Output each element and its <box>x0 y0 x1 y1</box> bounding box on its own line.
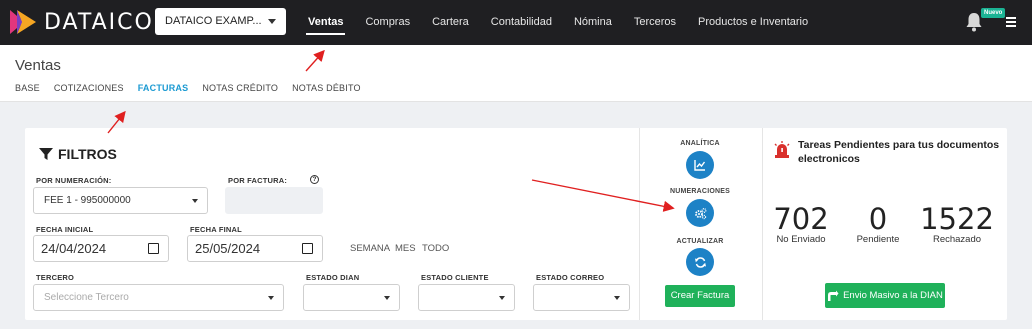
logo-text: DATAICO <box>44 9 154 35</box>
nav-item-cartera[interactable]: Cartera <box>432 0 469 45</box>
numeracion-value: FEE 1 - 995000000 <box>44 195 131 206</box>
numeraciones-button[interactable] <box>686 199 714 227</box>
stat-no-enviado-label: No Enviado <box>776 234 826 245</box>
help-icon[interactable]: ? <box>310 175 319 184</box>
nav-item-productos[interactable]: Productos e Inventario <box>698 0 808 45</box>
top-navbar: DATAICO DATAICO EXAMP... Ventas Compras … <box>0 0 1032 45</box>
stat-no-enviado-value[interactable]: 702 <box>761 202 841 236</box>
numeracion-label: POR NUMERACIÓN: <box>36 176 112 185</box>
calendar-icon[interactable] <box>148 243 159 254</box>
stat-pendiente-value[interactable]: 0 <box>838 202 918 236</box>
chevron-down-icon <box>384 296 390 300</box>
filter-icon <box>39 148 53 160</box>
main-card: FILTROS POR NUMERACIÓN: FEE 1 - 99500000… <box>25 128 1007 320</box>
estado-correo-label: ESTADO CORREO <box>536 273 605 282</box>
new-badge: Nuevo <box>981 8 1006 18</box>
analitica-button[interactable] <box>686 151 714 179</box>
main-nav: Ventas Compras Cartera Contabilidad Nómi… <box>305 0 830 45</box>
tab-base[interactable]: BASE <box>15 83 40 93</box>
gears-icon <box>694 207 706 219</box>
period-todo[interactable]: TODO <box>422 243 449 254</box>
nav-item-ventas[interactable]: Ventas <box>305 0 346 45</box>
fecha-final-label: FECHA FINAL <box>190 225 242 234</box>
company-select[interactable]: DATAICO EXAMP... <box>155 8 286 35</box>
envio-masivo-dian-button[interactable]: Envio Masivo a la DIAN <box>825 283 945 308</box>
nav-item-terceros[interactable]: Terceros <box>634 0 676 45</box>
analitica-label: ANALÍTICA <box>680 140 720 147</box>
send-icon <box>828 290 839 301</box>
chevron-down-icon <box>499 296 505 300</box>
nav-item-compras[interactable]: Compras <box>365 0 410 45</box>
chevron-down-icon <box>268 296 274 300</box>
factura-input[interactable] <box>225 187 323 214</box>
logo-icon <box>10 10 36 34</box>
stat-pendiente-label: Pendiente <box>856 234 900 245</box>
tab-cotizaciones[interactable]: COTIZACIONES <box>54 83 124 93</box>
actualizar-label: ACTUALIZAR <box>676 238 724 245</box>
fecha-final-value: 25/05/2024 <box>195 241 261 256</box>
tercero-placeholder: Seleccione Tercero <box>44 292 129 303</box>
nav-item-contabilidad[interactable]: Contabilidad <box>491 0 552 45</box>
sub-tabs: BASE COTIZACIONES FACTURAS NOTAS CRÉDITO… <box>15 83 375 93</box>
tab-notas-debito[interactable]: NOTAS DÉBITO <box>292 83 361 93</box>
pending-title-line1: Tareas Pendientes para tus documentos <box>798 139 1000 151</box>
pending-tasks-title: Tareas Pendientes para tus documentos el… <box>798 138 999 166</box>
chevron-down-icon <box>268 19 276 24</box>
tercero-label: TERCERO <box>36 273 75 282</box>
factura-label: POR FACTURA: <box>228 176 288 185</box>
fecha-inicial-value: 24/04/2024 <box>41 241 107 256</box>
tab-notas-credito[interactable]: NOTAS CRÉDITO <box>202 83 278 93</box>
period-mes[interactable]: MES <box>395 243 416 254</box>
filters-title-text: FILTROS <box>58 146 117 162</box>
hamburger-menu-icon[interactable] <box>1006 17 1016 29</box>
crear-factura-button[interactable]: Crear Factura <box>665 285 735 307</box>
pending-title-line2: electronicos <box>798 153 860 165</box>
envio-masivo-label: Envio Masivo a la DIAN <box>843 290 943 301</box>
fecha-final-input[interactable]: 25/05/2024 <box>187 235 323 262</box>
period-semana[interactable]: SEMANA <box>350 243 390 254</box>
refresh-icon <box>694 256 706 268</box>
actualizar-button[interactable] <box>686 248 714 276</box>
page-title: Ventas <box>15 57 61 74</box>
alarm-light-icon <box>774 141 790 158</box>
chart-icon <box>694 160 706 171</box>
nav-item-nomina[interactable]: Nómina <box>574 0 612 45</box>
estado-cliente-label: ESTADO CLIENTE <box>421 273 489 282</box>
estado-cliente-select[interactable] <box>418 284 515 311</box>
numeracion-select[interactable]: FEE 1 - 995000000 <box>33 187 208 214</box>
chevron-down-icon <box>614 296 620 300</box>
tercero-select[interactable]: Seleccione Tercero <box>33 284 284 311</box>
fecha-inicial-label: FECHA INICIAL <box>36 225 94 234</box>
numeraciones-label: NUMERACIONES <box>670 188 730 195</box>
tab-facturas[interactable]: FACTURAS <box>138 83 189 93</box>
chevron-down-icon <box>192 199 198 203</box>
stat-rechazado-label: Rechazado <box>932 234 982 245</box>
page-header: Ventas BASE COTIZACIONES FACTURAS NOTAS … <box>0 45 1032 102</box>
estado-correo-select[interactable] <box>533 284 630 311</box>
company-select-value: DATAICO EXAMP... <box>165 15 262 27</box>
filters-title: FILTROS <box>39 146 117 162</box>
calendar-icon[interactable] <box>302 243 313 254</box>
estado-dian-select[interactable] <box>303 284 400 311</box>
divider <box>639 128 640 320</box>
stat-rechazado-value[interactable]: 1522 <box>917 202 997 236</box>
logo[interactable]: DATAICO <box>8 8 154 36</box>
fecha-inicial-input[interactable]: 24/04/2024 <box>33 235 169 262</box>
estado-dian-label: ESTADO DIAN <box>306 273 360 282</box>
